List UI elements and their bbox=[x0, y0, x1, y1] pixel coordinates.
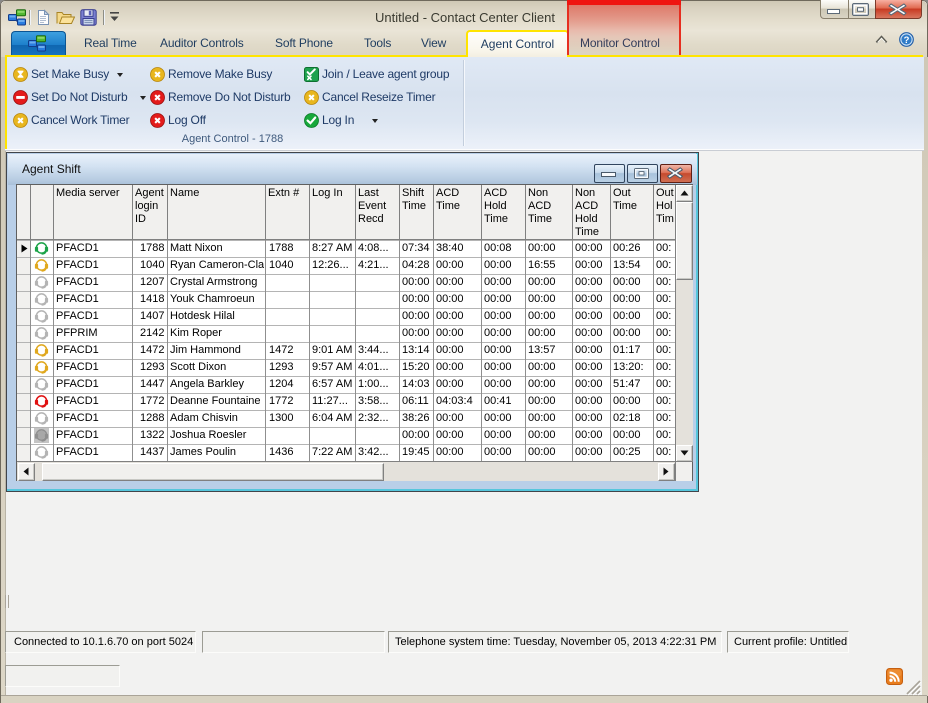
svg-text:?: ? bbox=[904, 35, 910, 46]
